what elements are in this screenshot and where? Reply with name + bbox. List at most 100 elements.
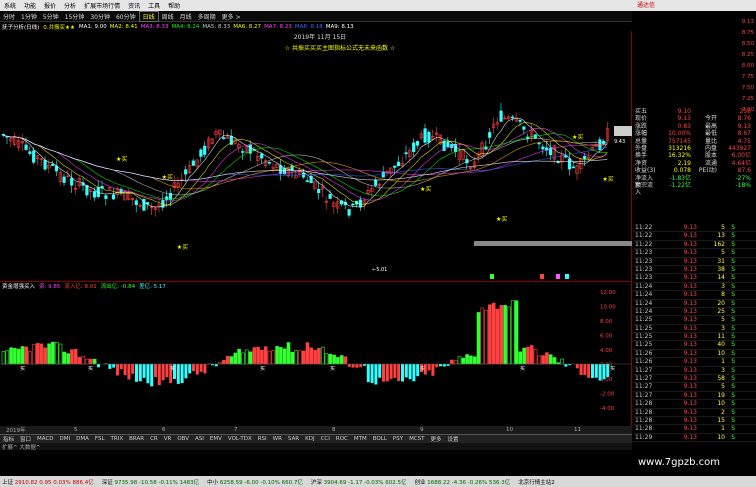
osc-bar (192, 364, 195, 372)
osc-bar (294, 350, 298, 365)
indicator-tab-25[interactable]: 设置 (445, 435, 462, 443)
indicator-tab-18[interactable]: CCI (318, 436, 333, 442)
tick-side: S (731, 391, 735, 399)
osc-bar (282, 348, 287, 365)
tick-volume: 3 (721, 324, 725, 332)
period-tab-7[interactable]: 周线 (159, 12, 177, 21)
period-tab-3[interactable]: 15分钟 (62, 12, 88, 21)
period-tab-9[interactable]: 多周期 (195, 12, 219, 21)
indicator-tab-21[interactable]: BOLL (370, 436, 390, 442)
osc-bar (385, 364, 389, 382)
candle-body (104, 195, 108, 199)
osc-bar (81, 355, 86, 365)
candlestick-chart[interactable]: 2019年 11月 15日 ☆ 共振买买买主图指标公式无未来函数 ☆ ★买 ★买 ★… (0, 31, 632, 281)
indicator-tab-12[interactable]: EMV (207, 436, 225, 442)
signal-dot (565, 274, 569, 279)
indicator-tab-6[interactable]: TRIX (108, 436, 127, 442)
tick-side: S (731, 349, 735, 357)
osc-bar (1, 351, 6, 365)
time-label-5: 9 (420, 427, 424, 433)
candle-body (279, 165, 283, 174)
candle-body (404, 152, 408, 155)
osc-bar (271, 350, 276, 365)
ma-values: MA1: 9.00 MA2: 8.41 MA3: 8.33 MA4: 8.24 MA5:… (79, 24, 354, 30)
index-label: 深证 (101, 479, 113, 486)
osc-bar (343, 356, 348, 365)
index-value: 9735.98 -10.58 -0.11% 1483亿 (112, 479, 200, 486)
menu-item-2[interactable]: 报价 (40, 1, 60, 10)
osc-bar (324, 353, 329, 365)
indicator-tab-7[interactable]: BRAR (126, 436, 147, 442)
indicator-tab-16[interactable]: SAR (285, 436, 302, 442)
indicator-tab-19[interactable]: ROC (333, 436, 351, 442)
period-tab-10[interactable]: 更多 > (219, 12, 244, 21)
buy-marker: ★买 (420, 185, 431, 193)
indicator-tab-8[interactable]: CR (147, 436, 161, 442)
menu-item-7[interactable]: 帮助 (164, 1, 184, 10)
indicator-tab-14[interactable]: RSI (255, 436, 270, 442)
period-tab-8[interactable]: 月线 (177, 12, 195, 21)
tick-side: S (731, 341, 735, 349)
menu-item-0[interactable]: 系统 (0, 1, 20, 10)
tick-side: S (731, 383, 735, 391)
quote-row: 净流入额 -1.83亿 -27% (633, 175, 756, 189)
candle-body (62, 176, 66, 183)
period-tab-2[interactable]: 5分钟 (40, 12, 62, 21)
osc-bar (446, 364, 450, 366)
tick-time: 11:24 (635, 291, 653, 299)
osc-bar (412, 364, 416, 382)
menu-item-1[interactable]: 功能 (20, 1, 40, 10)
osc-bar (188, 364, 192, 374)
quote-row: 收益(3) 0.078 PE(动) 87.6 (633, 167, 756, 174)
menu-item-3[interactable]: 分析 (60, 1, 80, 10)
index-0: 上证 2910.82 0.95 0.03% 886.4亿 (2, 478, 94, 486)
quote-table: 买五 9.10 258 现价 9.13 今开 8.76 涨跌 0.83 最高 9.13 涨幅 10.00… (633, 108, 756, 196)
indicator-tab-13[interactable]: VOL-TDX (225, 436, 255, 442)
tick-list[interactable]: 11:22 9.13 5 S 11:22 9.13 13 S 11:22 9.13 162 S 11:2… (633, 224, 756, 443)
indicator-tab-3[interactable]: DMI (57, 436, 74, 442)
quote-row: 涨幅 10.00% 最低 8.67 (633, 130, 756, 137)
price-scale-label-5: 7.75 (741, 74, 754, 80)
fund-flow-oscillator[interactable]: 资金增强买入 资: 9.85 流入亿: 8.01 流出亿: -0.84 差亿: 5.1… (0, 281, 632, 426)
period-tab-5[interactable]: 60分钟 (113, 12, 139, 21)
indicator-tab-17[interactable]: KDJ (302, 436, 317, 442)
period-tab-6[interactable]: 日线 (138, 10, 159, 22)
period-tab-4[interactable]: 30分钟 (87, 12, 113, 21)
indicator-tab-2[interactable]: MACD (34, 436, 57, 442)
tick-row: 11:28 9.13 10 S (633, 400, 756, 409)
quote-row: 大宗流入 -1.22亿 -18% (633, 182, 756, 196)
indicator-tab-4[interactable]: DMA (73, 436, 92, 442)
osc-bar (317, 348, 321, 365)
osc-bar (70, 349, 74, 365)
tick-price: 9.13 (683, 232, 697, 240)
osc-bar (389, 364, 393, 379)
tick-volume: 3 (721, 366, 725, 374)
indicator-tab-9[interactable]: VR (161, 436, 175, 442)
indicator-tab-24[interactable]: 更多 (428, 435, 445, 443)
indicator-tab-22[interactable]: PSY (390, 436, 406, 442)
menu-item-6[interactable]: 工具 (144, 1, 164, 10)
period-tab-1[interactable]: 1分钟 (18, 12, 40, 21)
indicator-tab-11[interactable]: ASI (192, 436, 207, 442)
osc-bar (51, 341, 55, 365)
tick-time: 11:24 (635, 299, 653, 307)
quote-row: 买五 9.10 258 (633, 108, 756, 115)
menu-item-4[interactable]: 扩展市场行情 (80, 1, 124, 10)
period-tab-0[interactable]: 分时 (0, 12, 18, 21)
osc-bar (401, 364, 404, 382)
quote-value: 16.32% (668, 152, 691, 160)
time-axis: 2019年 5 6 7 8 9 10 11 (0, 426, 632, 434)
indicator-tab-5[interactable]: FSL (92, 436, 108, 442)
tick-side: S (731, 224, 735, 231)
menu-item-5[interactable]: 资讯 (124, 1, 144, 10)
indicator-tab-20[interactable]: MTM (351, 436, 370, 442)
osc-bar (233, 352, 238, 365)
index-3: 沪深 3904.69 -1.17 -0.03% 602.5亿 (311, 478, 407, 486)
indicator-tab-15[interactable]: WR (270, 436, 285, 442)
tick-row: 11:25 9.13 11 S (633, 333, 756, 342)
osc-bar (336, 357, 340, 365)
indicator-tab-23[interactable]: MCST (406, 436, 427, 442)
indicator-tabs: 指标 窗口 MACD DMI DMA FSL TRIX BRAR CR VR OBV ASI EMV VO… (0, 434, 632, 443)
osc-bar (560, 358, 564, 365)
indicator-tab-10[interactable]: OBV (174, 436, 192, 442)
